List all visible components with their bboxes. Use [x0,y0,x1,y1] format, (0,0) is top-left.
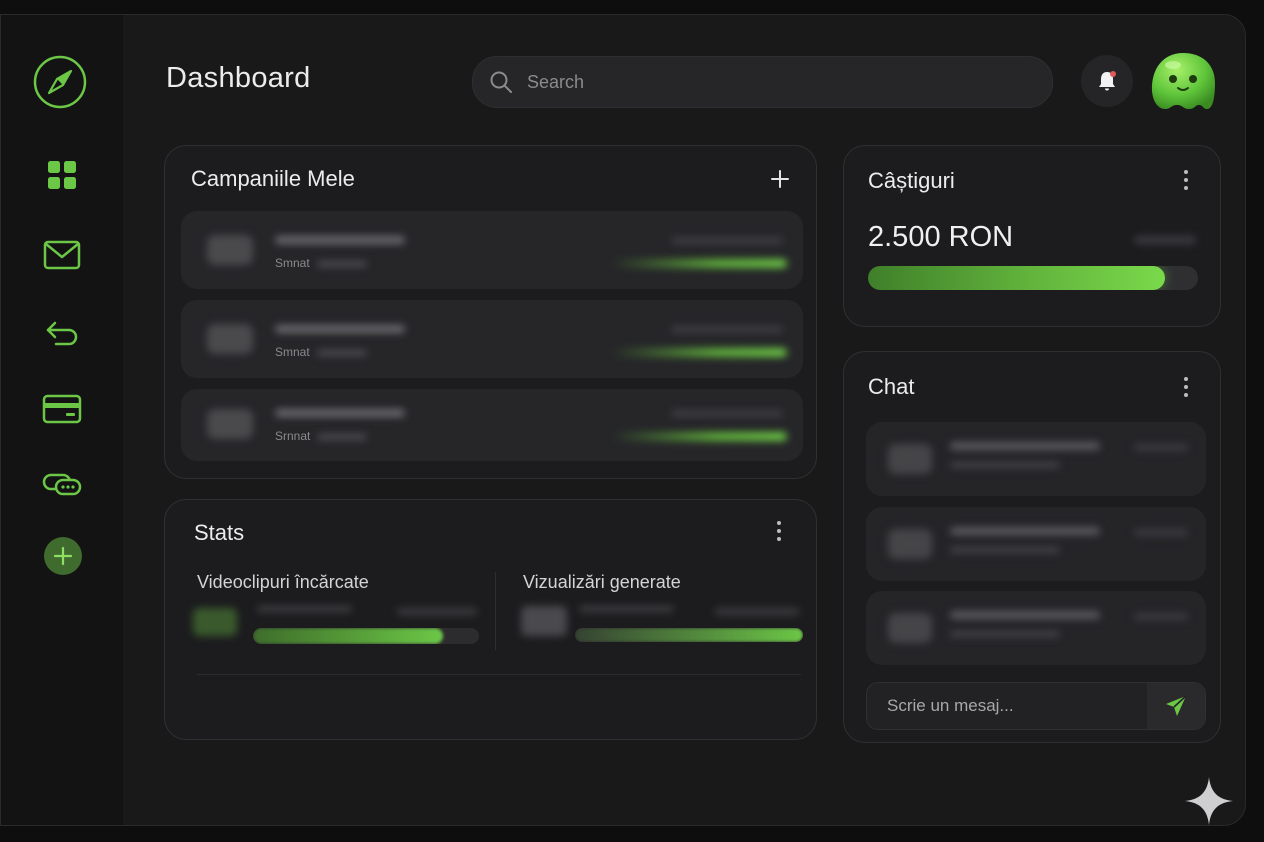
earnings-progress [868,266,1198,290]
stats-card: Stats Videoclipuri încărcate Vizualizări… [164,499,817,740]
campaign-status: Srnnat [275,429,311,443]
stat-progress-views [575,628,803,642]
campaign-name [275,325,405,333]
stat-thumbnail [193,608,237,636]
stats-divider [495,572,496,650]
chat-item[interactable] [866,591,1206,665]
campaign-progress [611,432,787,441]
campaign-item[interactable]: Smnat [181,211,803,289]
more-icon[interactable] [776,521,782,541]
earnings-amount: 2.500 RON [868,221,1014,253]
add-campaign-button[interactable] [769,168,791,190]
campaign-progress [611,259,787,268]
mail-icon[interactable] [42,235,82,275]
chat-card: Chat [843,351,1221,743]
chat-item[interactable] [866,507,1206,581]
earnings-progress-fill [868,266,1165,290]
chat-title: Chat [868,374,915,399]
card-icon[interactable] [42,389,82,429]
more-icon[interactable] [1183,377,1189,397]
page-title: Dashboard [166,62,311,94]
chat-avatar [888,529,932,559]
stat-progress-videos [253,628,479,644]
stat-progress-videos-fill [253,628,443,644]
campaign-name [275,409,405,417]
campaign-status: Smnat [275,345,310,359]
chat-input-box [866,682,1206,730]
bell-icon [1099,71,1116,91]
search-input[interactable] [525,70,1009,94]
notifications-button[interactable] [1081,55,1133,107]
avatar[interactable] [1149,51,1217,113]
chat-avatar [888,444,932,474]
campaign-status: Smnat [275,256,310,270]
grid-icon[interactable] [42,155,82,195]
stat-thumbnail [521,606,567,636]
send-icon [1166,695,1187,716]
stat-label-videos: Videoclipuri încărcate [197,572,369,592]
campaign-item[interactable]: Smnat [181,300,803,378]
add-button[interactable] [44,537,82,575]
sidebar [1,15,123,825]
send-button[interactable] [1147,683,1205,729]
sparkle-icon [1183,775,1235,825]
stats-divider-line [197,674,801,675]
campaign-name [275,236,405,244]
campaign-item[interactable]: Srnnat [181,389,803,461]
earnings-title: Câștiguri [868,168,955,193]
search-icon [490,71,512,93]
campaign-progress [611,348,787,357]
compass-icon[interactable] [33,55,87,109]
search-bar[interactable] [472,56,1053,108]
return-icon[interactable] [42,314,82,354]
stats-title: Stats [194,520,245,545]
campaigns-card: Campaniile Mele Smnat Smnat Srnnat [164,145,817,479]
link-icon[interactable] [42,463,82,503]
campaign-thumbnail [207,409,253,439]
chat-avatar [888,613,932,643]
app-window: Dashboard Search Campaniile Mele Smnat S… [0,14,1246,826]
stat-label-views: Vizualizări generate [523,572,681,592]
chat-message-input[interactable] [885,695,1129,717]
plus-icon [771,170,789,188]
stat-progress-views-fill [575,628,803,642]
earnings-card: Câștiguri 2.500 RON [843,145,1221,327]
chat-item[interactable] [866,422,1206,496]
campaign-thumbnail [207,324,253,354]
plus-icon [53,546,73,566]
more-icon[interactable] [1183,170,1189,190]
campaign-thumbnail [207,235,253,265]
campaigns-title: Campaniile Mele [191,166,355,191]
